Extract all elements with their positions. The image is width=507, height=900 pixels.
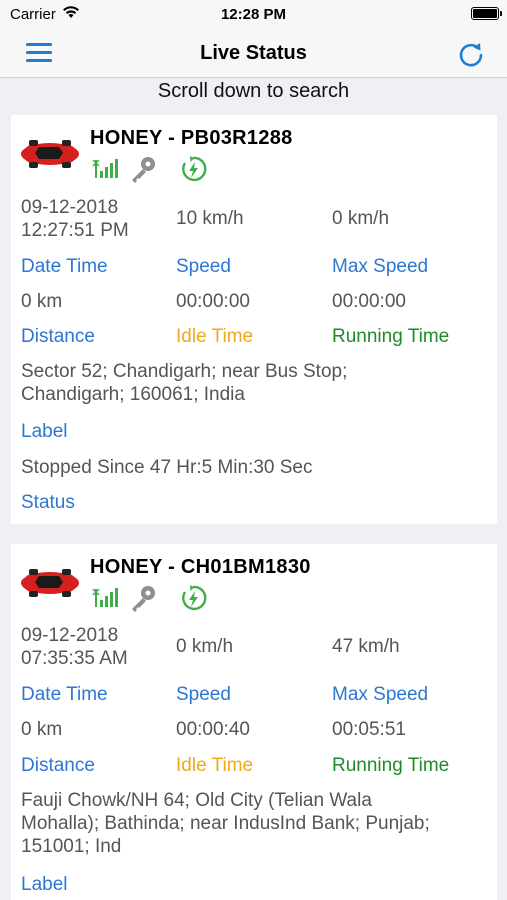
date-value: 09-12-2018 07:35:35 AM (21, 624, 128, 670)
address-label-link[interactable]: Label (21, 420, 68, 443)
idle-time-value: 00:00:00 (176, 291, 250, 312)
speed-value: 0 km/h (176, 636, 234, 657)
car-icon (21, 140, 79, 168)
max-speed-label: Max Speed (332, 684, 429, 705)
max-speed-value: 47 km/h (332, 636, 400, 657)
running-time-value: 00:00:00 (332, 291, 406, 312)
refresh-icon[interactable] (456, 39, 486, 69)
speed-value: 10 km/h (176, 208, 244, 229)
gps-signal-icon (92, 588, 118, 607)
date-time-label: Date Time (21, 256, 108, 277)
power-status-icon (182, 156, 207, 182)
address-line: Fauji Chowk/NH 64; Old City (Telian Wala (21, 790, 372, 811)
distance-value: 0 km (21, 719, 63, 740)
date-time-label: Date Time (21, 684, 108, 705)
ignition-key-icon (132, 586, 155, 612)
stopped-status-value: Stopped Since 47 Hr:5 Min:30 Sec (21, 457, 313, 478)
navigation-bar: Live Status (0, 28, 507, 78)
date-text: 09-12-2018 (21, 197, 119, 218)
status-label-link[interactable]: Status (21, 491, 75, 514)
search-hint: Scroll down to search (157, 80, 350, 102)
time-text: 07:35:35 AM (21, 648, 128, 669)
date-value: 09-12-2018 12:27:51 PM (21, 196, 129, 242)
running-time-value: 00:05:51 (332, 719, 406, 740)
speed-label: Speed (176, 256, 231, 277)
max-speed-label: Max Speed (332, 256, 429, 277)
address-value: Sector 52; Chandigarh; near Bus Stop; Ch… (21, 360, 491, 406)
vehicle-name: HONEY - CH01BM1830 (90, 556, 311, 578)
running-time-label: Running Time (332, 755, 450, 776)
date-text: 09-12-2018 (21, 625, 119, 646)
ignition-key-icon (132, 157, 155, 183)
idle-time-label: Idle Time (176, 326, 254, 347)
max-speed-value: 0 km/h (332, 208, 390, 229)
page-title: Live Status (200, 42, 307, 64)
address-label-link[interactable]: Label (21, 873, 68, 896)
distance-value: 0 km (21, 291, 63, 312)
speed-label: Speed (176, 684, 231, 705)
idle-time-value: 00:00:40 (176, 719, 250, 740)
power-status-icon (182, 585, 207, 611)
clock: 12:28 PM (220, 6, 287, 23)
car-icon (21, 569, 79, 597)
address-line: Chandigarh; 160061; India (21, 384, 245, 405)
vehicle-name: HONEY - PB03R1288 (90, 127, 293, 149)
status-bar: Carrier 12:28 PM (0, 0, 507, 28)
idle-time-label: Idle Time (176, 755, 254, 776)
address-line: 151001; Ind (21, 836, 122, 857)
battery-icon (471, 7, 502, 20)
distance-label: Distance (21, 326, 95, 347)
address-line: Mohalla); Bathinda; near IndusInd Bank; … (21, 813, 430, 834)
time-text: 12:27:51 PM (21, 220, 129, 241)
vehicle-card[interactable]: HONEY - CH01BM1830 09-12-2018 07:35:35 A… (11, 544, 497, 900)
gps-signal-icon (92, 159, 118, 178)
address-line: Sector 52; Chandigarh; near Bus Stop; (21, 361, 348, 382)
vehicle-card[interactable]: HONEY - PB03R1288 09-12-2018 12:27:51 PM… (11, 115, 497, 524)
distance-label: Distance (21, 755, 95, 776)
address-value: Fauji Chowk/NH 64; Old City (Telian Wala… (21, 789, 491, 858)
running-time-label: Running Time (332, 326, 450, 347)
